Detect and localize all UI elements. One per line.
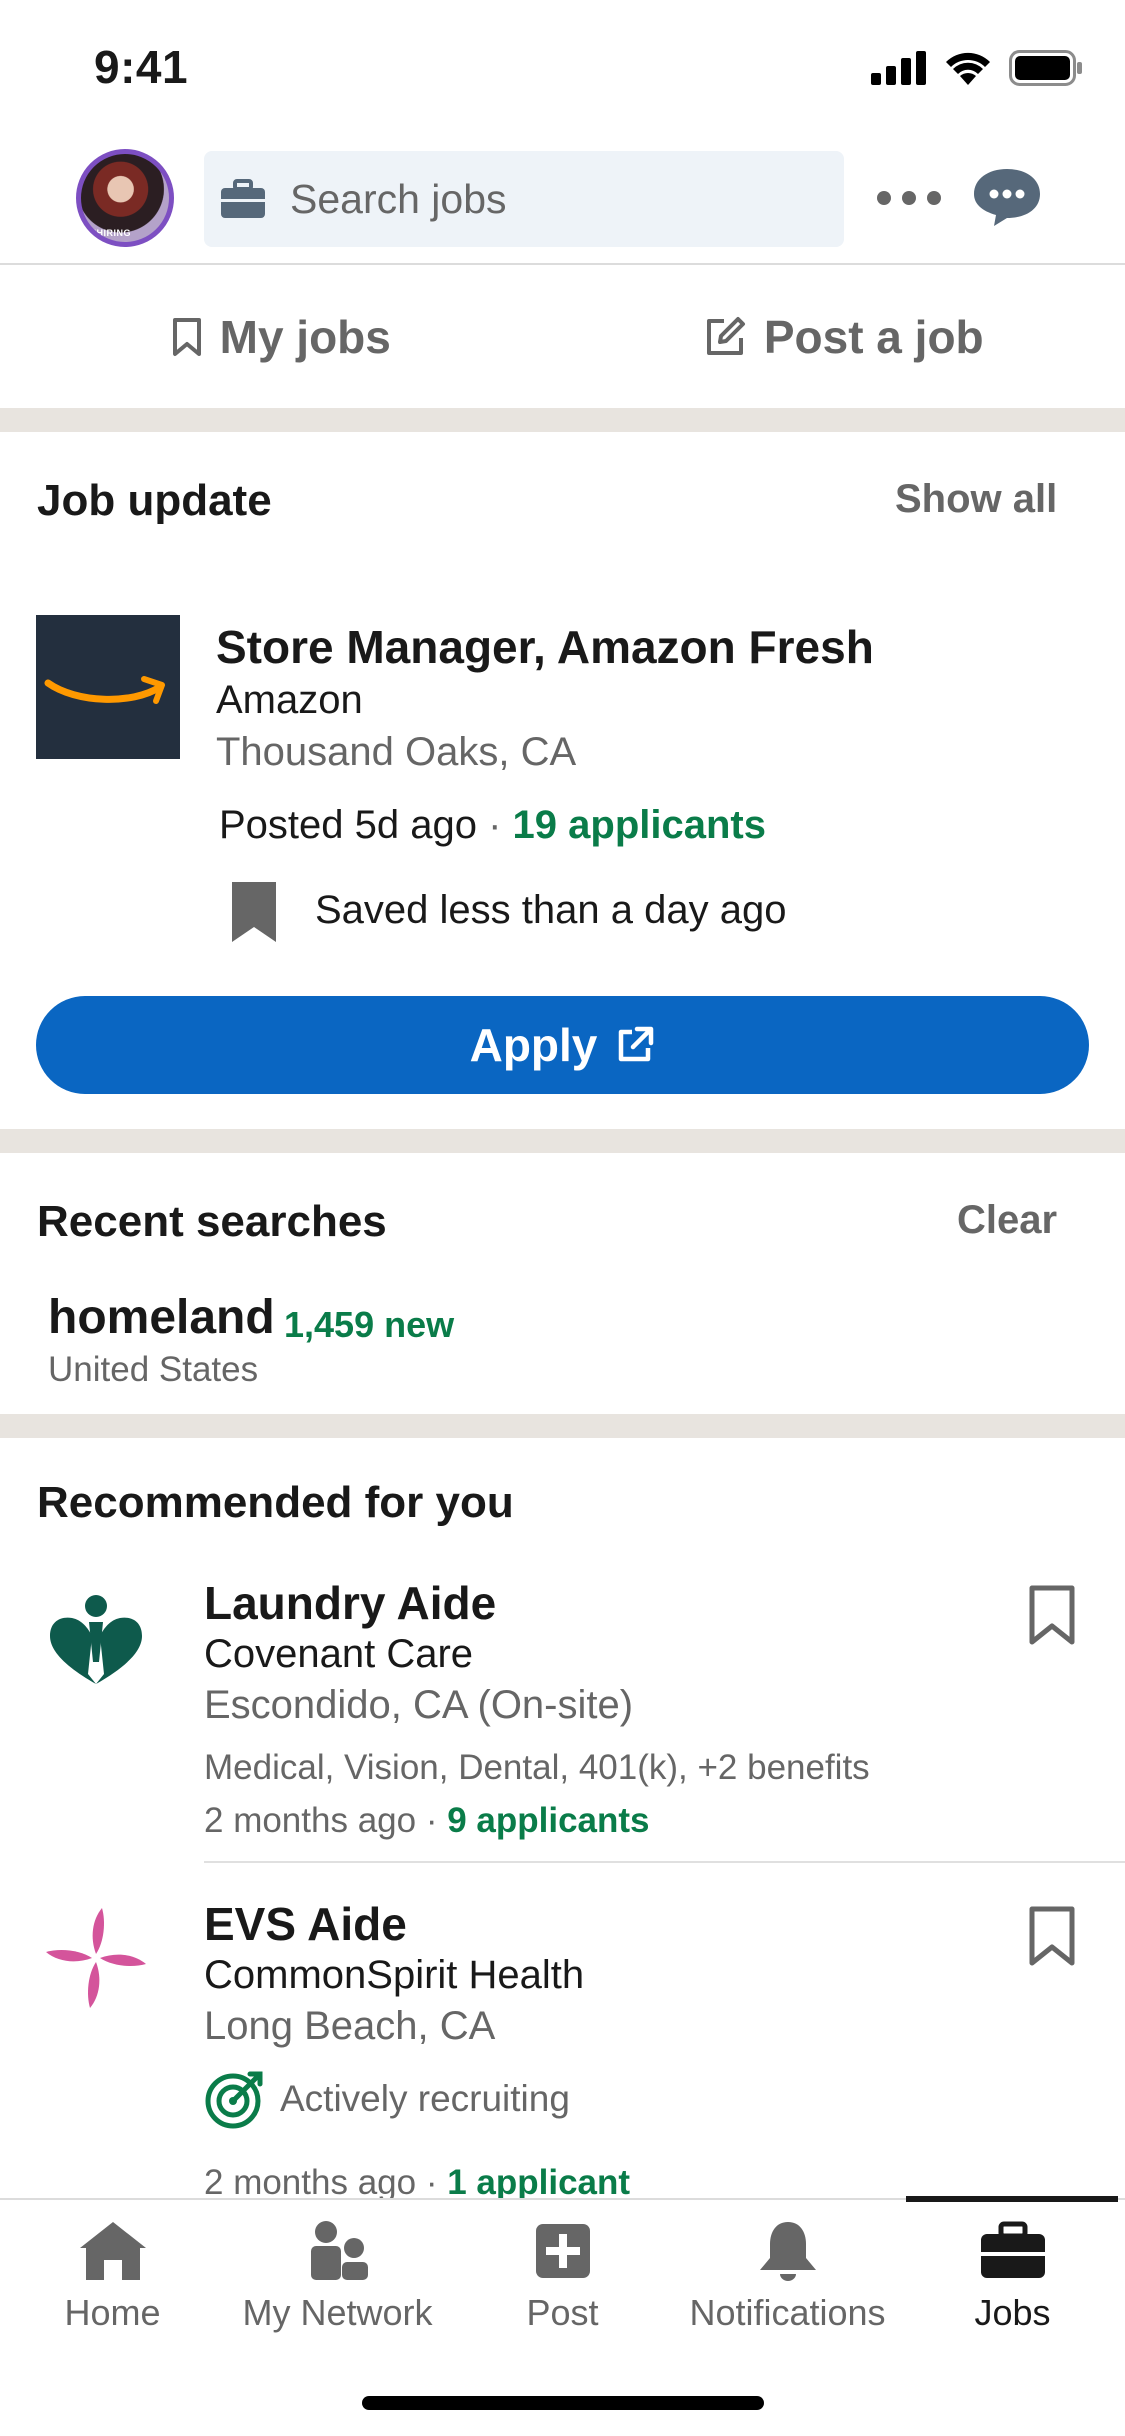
amazon-smile-icon (44, 676, 165, 704)
recent-search-new-count: 1,459 new (284, 1304, 455, 1345)
briefcase-icon (980, 2221, 1045, 2278)
recent-search-query[interactable]: homeland (48, 1290, 275, 1345)
saved-status: Saved less than a day ago (315, 888, 787, 932)
target-icon (205, 2071, 263, 2129)
post-job-label: Post a job (763, 311, 984, 363)
save-bookmark-icon[interactable] (1028, 1905, 1076, 1967)
recruiting-label: Actively recruiting (280, 2078, 570, 2119)
post-job-button[interactable]: Post a job (563, 267, 1125, 407)
save-bookmark-icon[interactable] (1028, 1584, 1076, 1646)
job-title[interactable]: Store Manager, Amazon Fresh (216, 620, 874, 674)
tab-label: Notifications (689, 2292, 886, 2333)
my-jobs-label: My jobs (219, 311, 391, 363)
home-indicator (362, 2396, 764, 2410)
list-separator (204, 1861, 1125, 1863)
tab-home[interactable]: Home (0, 2220, 225, 2334)
edit-icon (706, 317, 745, 355)
recent-search-location: United States (48, 1350, 259, 1389)
applicant-count: 9 applicants (447, 1801, 650, 1840)
meta-separator: · (416, 1801, 448, 1840)
applicant-count: 1 applicant (447, 2163, 631, 2202)
battery-icon (1009, 50, 1082, 86)
job-location: Escondido, CA (On-site) (204, 1683, 634, 1727)
recent-searches-heading: Recent searches (37, 1197, 387, 1246)
bell-icon (759, 2222, 816, 2281)
tab-label: My Network (242, 2292, 433, 2333)
avatar[interactable]: #HIRING (76, 149, 174, 247)
clear-button[interactable]: Clear (957, 1198, 1057, 1243)
meta-separator: · (477, 803, 513, 847)
job-location: Thousand Oaks, CA (216, 730, 577, 774)
job-title[interactable]: Laundry Aide (204, 1576, 496, 1630)
hiring-badge: #HIRING (91, 228, 132, 238)
actively-recruiting: Actively recruiting (204, 2068, 570, 2130)
job-meta: 2 months ago · 9 applicants (204, 1801, 650, 1841)
posted-time: Posted 5d ago (219, 803, 477, 847)
tab-label: Home (64, 2292, 161, 2333)
saved-bookmark-icon (232, 882, 276, 942)
tab-jobs[interactable]: Jobs (900, 2220, 1125, 2334)
tab-post[interactable]: Post (450, 2220, 675, 2334)
cellular-signal-icon (871, 51, 926, 85)
search-input[interactable]: Search jobs (204, 151, 844, 247)
more-options-icon[interactable] (877, 175, 941, 221)
home-icon (79, 2222, 146, 2280)
meta-separator: · (416, 2163, 448, 2202)
external-link-icon (619, 1026, 654, 1062)
status-icons (871, 50, 1083, 86)
covenant-care-icon (50, 1595, 142, 1684)
section-divider (0, 1129, 1125, 1153)
status-time: 9:41 (94, 41, 189, 93)
job-title[interactable]: EVS Aide (204, 1897, 407, 1951)
amazon-logo[interactable] (36, 615, 180, 759)
job-meta: 2 months ago · 1 applicant (204, 2163, 630, 2203)
wifi-icon (946, 52, 990, 85)
my-jobs-button[interactable]: My jobs (0, 267, 563, 407)
bookmark-icon (172, 318, 201, 356)
status-bar: 9:41 (0, 0, 1125, 135)
posted-time: 2 months ago (204, 1801, 417, 1840)
section-divider (0, 408, 1125, 432)
commonspirit-logo (36, 1898, 156, 2018)
job-update-heading: Job update (37, 476, 272, 525)
top-navigation: #HIRING Search jobs (0, 135, 1125, 265)
company-name: Amazon (216, 678, 363, 722)
tab-label: Jobs (974, 2292, 1051, 2333)
section-divider (0, 1414, 1125, 1438)
applicant-count: 19 applicants (512, 803, 766, 847)
show-all-link[interactable]: Show all (895, 477, 1057, 522)
job-meta: Posted 5d ago · 19 applicants (219, 803, 766, 848)
posted-time: 2 months ago (204, 2163, 417, 2202)
tab-notifications[interactable]: Notifications (675, 2220, 900, 2334)
covenant-care-logo (36, 1582, 156, 1702)
tab-my-network[interactable]: My Network (225, 2220, 450, 2334)
job-benefits: Medical, Vision, Dental, 401(k), +2 bene… (204, 1748, 870, 1787)
add-post-icon (535, 2224, 590, 2278)
recommended-heading: Recommended for you (37, 1478, 514, 1527)
commonspirit-icon (46, 1908, 146, 2008)
apply-label: Apply (469, 1019, 598, 1071)
tab-label: Post (526, 2292, 599, 2333)
search-placeholder: Search jobs (290, 175, 507, 222)
messaging-icon[interactable] (972, 167, 1042, 227)
job-location: Long Beach, CA (204, 2004, 496, 2048)
people-icon (310, 2221, 368, 2280)
job-shortcuts: My jobs Post a job (0, 267, 1125, 407)
active-tab-indicator (906, 2196, 1118, 2202)
company-name: Covenant Care (204, 1632, 474, 1676)
briefcase-icon (221, 179, 265, 218)
apply-button[interactable]: Apply (36, 996, 1089, 1094)
company-name: CommonSpirit Health (204, 1953, 585, 1997)
